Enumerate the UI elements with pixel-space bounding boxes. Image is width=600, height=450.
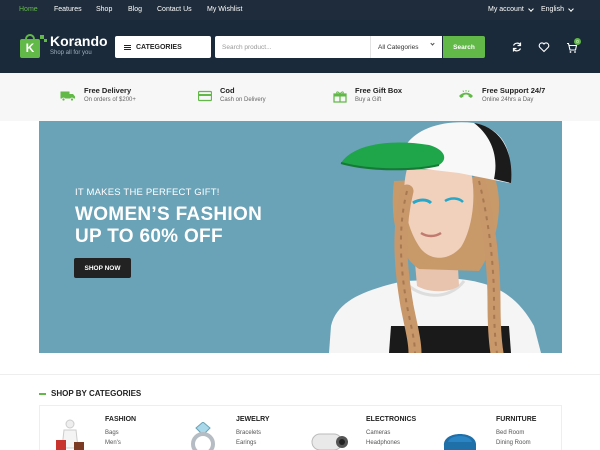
feature-subtitle: Buy a Gift xyxy=(355,97,382,103)
hero-model-image xyxy=(329,122,541,353)
gift-icon xyxy=(333,91,347,103)
category-link[interactable]: Dining Room xyxy=(496,440,536,446)
title-accent-bar xyxy=(39,392,46,395)
chevron-down-icon xyxy=(430,41,435,46)
category-title[interactable]: ELECTRONICS xyxy=(366,416,416,423)
furniture-chair-image xyxy=(443,434,477,450)
nav-shop[interactable]: Shop xyxy=(96,6,112,13)
jewelry-ring-image xyxy=(191,422,215,450)
hero-title-line: WOMEN’S FASHION xyxy=(75,204,263,225)
cart-button[interactable]: 0 xyxy=(566,38,581,53)
shop-now-button[interactable]: SHOP NOW xyxy=(74,258,131,278)
site-logo[interactable]: K Korando Shop all for you xyxy=(20,33,108,58)
features-strip: Free Delivery On orders of $200+ Cod Cas… xyxy=(0,73,600,121)
account-menu[interactable]: My account xyxy=(488,5,534,13)
logo-name: Korando xyxy=(50,33,108,49)
credit-card-icon xyxy=(198,90,212,102)
heart-icon[interactable] xyxy=(538,41,550,53)
category-link[interactable]: Bracelets xyxy=(236,430,270,436)
section-title: SHOP BY CATEGORIES xyxy=(39,389,141,398)
top-bar: Home Features Shop Blog Contact Us My Wi… xyxy=(0,0,600,20)
feature-free-support: Free Support 24/7 Online 24hrs a Day xyxy=(458,86,545,103)
nav-blog[interactable]: Blog xyxy=(128,6,142,13)
feature-title: Free Gift Box xyxy=(355,86,403,95)
feature-free-delivery: Free Delivery On orders of $200+ xyxy=(60,86,136,103)
hero-banner[interactable]: IT MAKES THE PERFECT GIFT! WOMEN’S FASHI… xyxy=(39,121,562,353)
feature-subtitle: Cash on Delivery xyxy=(220,97,266,103)
cart-count-badge: 0 xyxy=(574,38,581,45)
category-jewelry[interactable]: JEWELRY Bracelets Earings xyxy=(236,416,270,446)
feature-title: Cod xyxy=(220,86,235,95)
feature-free-gift-box: Free Gift Box Buy a Gift xyxy=(333,86,402,103)
feature-subtitle: Online 24hrs a Day xyxy=(482,97,534,103)
electronics-camera-image xyxy=(311,433,348,450)
category-link[interactable]: Earings xyxy=(236,440,270,446)
hero-title: WOMEN’S FASHION UP TO 60% OFF xyxy=(75,204,262,248)
category-fashion[interactable]: FASHION Bags Men's xyxy=(105,416,136,446)
main-header: K Korando Shop all for you CATEGORIES Al… xyxy=(0,20,600,73)
nav-my-wishlist[interactable]: My Wishlist xyxy=(207,6,242,13)
account-label: My account xyxy=(488,6,524,13)
feature-title: Free Delivery xyxy=(84,86,132,95)
category-link[interactable]: Bags xyxy=(105,430,136,436)
categories-button[interactable]: CATEGORIES xyxy=(115,36,211,58)
feature-cod: Cod Cash on Delivery xyxy=(198,86,266,103)
shop-by-categories-section: SHOP BY CATEGORIES FASHION Bags Men's JE… xyxy=(0,374,600,450)
search-button[interactable]: Search xyxy=(443,36,485,58)
language-label: English xyxy=(541,6,564,13)
hero-subtitle: IT MAKES THE PERFECT GIFT! xyxy=(75,187,220,198)
category-link[interactable]: Headphones xyxy=(366,440,416,446)
category-title[interactable]: JEWELRY xyxy=(236,416,270,423)
category-furniture[interactable]: FURNITURE Bed Room Dining Room xyxy=(496,416,536,446)
categories-label: CATEGORIES xyxy=(136,43,182,51)
chevron-down-icon xyxy=(568,5,574,12)
feature-subtitle: On orders of $200+ xyxy=(84,97,136,103)
menu-icon xyxy=(124,44,131,50)
language-menu[interactable]: English xyxy=(541,5,574,13)
category-electronics[interactable]: ELECTRONICS Cameras Headphones xyxy=(366,416,416,446)
logo-tagline: Shop all for you xyxy=(50,50,92,56)
shopping-bag-logo-icon: K xyxy=(20,34,47,58)
nav-contact-us[interactable]: Contact Us xyxy=(157,6,192,13)
feature-title: Free Support 24/7 xyxy=(482,86,546,95)
category-link[interactable]: Men's xyxy=(105,440,136,446)
nav-features[interactable]: Features xyxy=(54,6,82,13)
category-title[interactable]: FURNITURE xyxy=(496,416,536,423)
category-select[interactable]: All Categories xyxy=(370,36,442,58)
category-link[interactable]: Cameras xyxy=(366,430,416,436)
category-link[interactable]: Bed Room xyxy=(496,430,536,436)
category-select-value: All Categories xyxy=(378,43,419,51)
search-input[interactable] xyxy=(215,36,370,58)
categories-row: FASHION Bags Men's JEWELRY Bracelets Ear… xyxy=(39,405,562,450)
nav-home[interactable]: Home xyxy=(19,6,38,13)
hero-title-line: UP TO 60% OFF xyxy=(75,226,223,247)
chevron-down-icon xyxy=(527,5,534,12)
category-title[interactable]: FASHION xyxy=(105,416,136,423)
fashion-mannequin-image xyxy=(56,419,84,450)
refresh-icon[interactable] xyxy=(511,41,523,53)
phone-icon xyxy=(459,90,473,98)
truck-icon xyxy=(60,91,75,102)
